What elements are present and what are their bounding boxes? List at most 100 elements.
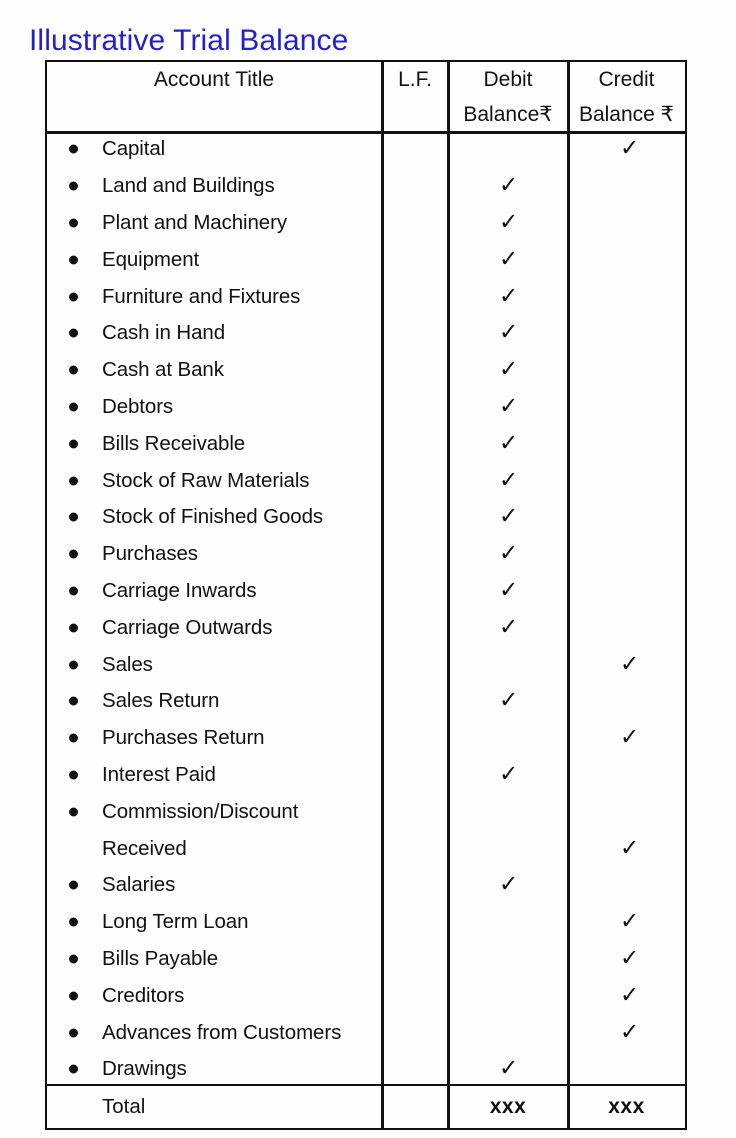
account-title-cell: Purchases Return (102, 726, 265, 750)
account-title-cell: Bills Receivable (102, 431, 246, 455)
column-header-account-title-label: Account Title (153, 68, 275, 91)
bullet-icon (69, 328, 78, 338)
table-row: Received ✓ (47, 830, 685, 867)
trial-balance-table: Account Title L.F. Debit Balance₹ Credit… (45, 60, 687, 1130)
bullet-icon (69, 549, 78, 559)
table-row: Bills Receivable ✓ (47, 425, 685, 462)
table-header-row: Account Title L.F. Debit Balance₹ Credit… (47, 62, 685, 131)
account-title-cell: Salaries (102, 873, 176, 897)
debit-check-icon: ✓ (499, 540, 519, 567)
bullet-icon (69, 660, 78, 670)
total-credit-value: xxx (608, 1095, 645, 1118)
table-row: Purchases ✓ (47, 536, 685, 573)
column-header-debit-line1: Debit (483, 68, 533, 91)
bullet-icon (69, 807, 78, 817)
table-row: Long Term Loan ✓ (47, 904, 685, 941)
credit-check-icon: ✓ (620, 982, 640, 1009)
table-row: Land and Buildings ✓ (47, 168, 685, 205)
account-title-cell: Capital (102, 137, 166, 161)
bullet-icon (69, 770, 78, 780)
account-title-cell: Debtors (102, 394, 174, 418)
table-row: Salaries ✓ (47, 867, 685, 904)
table-row: Plant and Machinery ✓ (47, 205, 685, 242)
total-debit-value: xxx (489, 1095, 527, 1118)
bullet-icon (69, 512, 78, 522)
bullet-icon (69, 439, 78, 449)
account-title-cell: Advances from Customers (102, 1020, 342, 1044)
debit-check-icon: ✓ (499, 761, 519, 788)
bullet-icon (69, 181, 78, 191)
table-row: Furniture and Fixtures ✓ (47, 278, 685, 315)
debit-check-icon: ✓ (499, 467, 519, 494)
account-title-cell: Stock of Raw Materials (102, 468, 310, 492)
bullet-icon (69, 880, 78, 890)
bullet-icon (69, 623, 78, 633)
account-title-cell: Plant and Machinery (102, 210, 287, 234)
column-header-debit-line2: Balance₹ (463, 103, 553, 126)
account-title-cell: Creditors (102, 983, 185, 1007)
debit-check-icon: ✓ (499, 1055, 519, 1082)
credit-check-icon: ✓ (620, 135, 640, 162)
credit-check-icon: ✓ (620, 945, 640, 972)
debit-check-icon: ✓ (499, 246, 519, 273)
credit-check-icon: ✓ (620, 908, 640, 935)
table-row: Bills Payable ✓ (47, 941, 685, 978)
bullet-icon (69, 365, 78, 375)
table-row: Sales ✓ (47, 646, 685, 683)
account-title-cell: Purchases (102, 542, 198, 566)
table-body: Capital ✓ Land and Buildings ✓ Plant and Mac… (47, 131, 685, 1084)
debit-check-icon: ✓ (499, 503, 519, 530)
bullet-icon (69, 476, 78, 486)
account-title-cell: Received (102, 836, 187, 860)
bullet-icon (69, 1028, 78, 1038)
bullet-icon (69, 954, 78, 964)
debit-check-icon: ✓ (499, 283, 519, 310)
bullet-icon (69, 917, 78, 927)
account-title-cell: Furniture and Fixtures (102, 284, 301, 308)
table-row: Debtors ✓ (47, 389, 685, 426)
bullet-icon (69, 292, 78, 302)
account-title-cell: Land and Buildings (102, 174, 275, 198)
debit-check-icon: ✓ (499, 356, 519, 383)
bullet-icon (69, 402, 78, 412)
account-title-cell: Interest Paid (102, 762, 216, 786)
table-row: Capital ✓ (47, 131, 685, 168)
account-title-cell: Long Term Loan (102, 910, 249, 934)
column-header-lf-label: L.F. (398, 68, 432, 91)
column-header-credit-line1: Credit (598, 68, 655, 91)
account-title-cell: Commission/Discount (102, 799, 299, 823)
account-title-cell: Bills Payable (102, 946, 219, 970)
bullet-icon (69, 255, 78, 265)
debit-check-icon: ✓ (499, 430, 519, 457)
table-row: Carriage Inwards ✓ (47, 573, 685, 610)
account-title-cell: Cash at Bank (102, 358, 224, 382)
bullet-icon (69, 586, 78, 596)
total-row: Total xxx xxx (47, 1086, 685, 1128)
debit-check-icon: ✓ (499, 614, 519, 641)
account-title-cell: Carriage Inwards (102, 578, 257, 602)
table-row: Carriage Outwards ✓ (47, 609, 685, 646)
bullet-icon (69, 733, 78, 743)
table-row: Stock of Raw Materials ✓ (47, 462, 685, 499)
table-row: Purchases Return ✓ (47, 720, 685, 757)
account-title-cell: Sales (102, 652, 153, 676)
total-label: Total (102, 1095, 146, 1118)
credit-check-icon: ✓ (620, 724, 640, 751)
column-header-lf: L.F. (383, 62, 447, 131)
debit-check-icon: ✓ (499, 172, 519, 199)
account-title-cell: Equipment (102, 247, 200, 271)
debit-check-icon: ✓ (499, 319, 519, 346)
bullet-icon (69, 218, 78, 228)
table-row: Creditors ✓ (47, 977, 685, 1014)
debit-check-icon: ✓ (499, 393, 519, 420)
bullet-icon (69, 144, 78, 154)
bullet-icon (69, 1064, 78, 1074)
credit-check-icon: ✓ (620, 835, 640, 862)
table-row: Advances from Customers ✓ (47, 1014, 685, 1051)
table-row: Stock of Finished Goods ✓ (47, 499, 685, 536)
column-header-credit-line2: Balance ₹ (578, 103, 675, 126)
account-title-cell: Stock of Finished Goods (102, 505, 324, 529)
debit-check-icon: ✓ (499, 577, 519, 604)
credit-check-icon: ✓ (620, 1019, 640, 1046)
account-title-cell: Sales Return (102, 689, 220, 713)
